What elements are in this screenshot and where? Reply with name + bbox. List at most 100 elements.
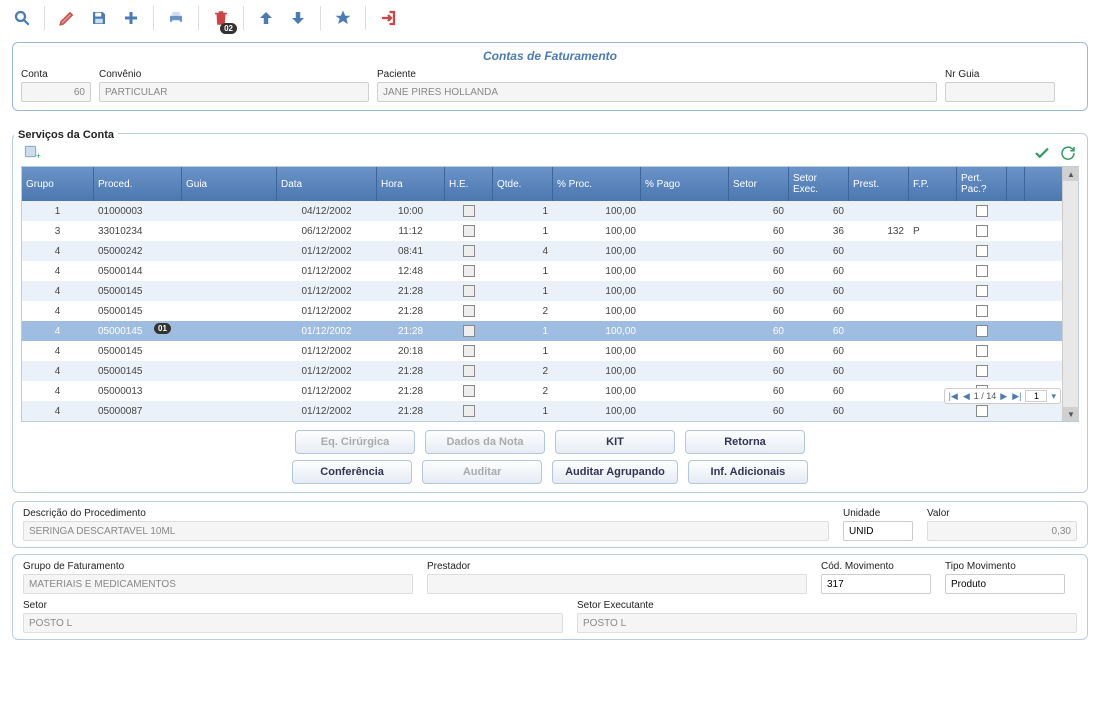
pager-prev-icon[interactable]: ◀ — [962, 391, 971, 402]
valor-input[interactable] — [927, 521, 1077, 541]
he-checkbox[interactable] — [463, 385, 475, 397]
pager-next-icon[interactable]: ▶ — [999, 391, 1008, 402]
delete-icon[interactable]: 02 — [207, 4, 235, 32]
column-header[interactable]: H.E. — [445, 167, 493, 201]
paciente-input[interactable] — [377, 82, 937, 102]
conferencia-button[interactable]: Conferência — [292, 460, 412, 484]
grid-refresh-icon[interactable] — [1057, 142, 1079, 164]
cell-setor: 60 — [729, 241, 789, 261]
column-header[interactable]: Hora — [377, 167, 445, 201]
table-row[interactable]: 40500014501/12/200221:281100,006060 — [22, 281, 1062, 301]
pert-pac-checkbox[interactable] — [976, 205, 988, 217]
cell-proced: 0500014501 — [94, 321, 182, 341]
auditar-button[interactable]: Auditar — [422, 460, 542, 484]
pert-pac-checkbox[interactable] — [976, 325, 988, 337]
print-icon[interactable] — [162, 4, 190, 32]
cell-pproc: 100,00 — [553, 341, 641, 361]
column-header[interactable]: % Pago — [641, 167, 729, 201]
column-header[interactable]: Prest. — [849, 167, 909, 201]
inf-adicionais-button[interactable]: Inf. Adicionais — [688, 460, 808, 484]
table-row[interactable]: 40500008701/12/200221:281100,006060 — [22, 401, 1062, 421]
star-icon[interactable] — [329, 4, 357, 32]
conta-input[interactable] — [21, 82, 91, 102]
grid-check-icon[interactable] — [1031, 142, 1053, 164]
table-row[interactable]: 40500001301/12/200221:282100,006060 — [22, 381, 1062, 401]
down-icon[interactable] — [284, 4, 312, 32]
pert-pac-checkbox[interactable] — [976, 365, 988, 377]
column-header[interactable]: Guia — [182, 167, 277, 201]
he-checkbox[interactable] — [463, 225, 475, 237]
pert-pac-checkbox[interactable] — [976, 405, 988, 417]
he-checkbox[interactable] — [463, 205, 475, 217]
setorex-input[interactable] — [577, 613, 1077, 633]
edit-icon[interactable] — [53, 4, 81, 32]
nrguia-input[interactable] — [945, 82, 1055, 102]
he-checkbox[interactable] — [463, 325, 475, 337]
cell-grupo: 4 — [22, 261, 94, 281]
kit-button[interactable]: KIT — [555, 430, 675, 454]
cell-qtde: 1 — [493, 341, 553, 361]
column-header[interactable]: Proced. — [94, 167, 182, 201]
column-header[interactable]: Setor — [729, 167, 789, 201]
table-row[interactable]: 40500014501/12/200221:282100,006060 — [22, 361, 1062, 381]
pager-first-icon[interactable]: |◀ — [948, 391, 959, 402]
codmov-input[interactable] — [821, 574, 931, 594]
grid-add-icon[interactable]: + — [21, 142, 43, 164]
he-checkbox[interactable] — [463, 285, 475, 297]
scroll-down-icon[interactable]: ▼ — [1063, 407, 1079, 421]
dados-nota-button[interactable]: Dados da Nota — [425, 430, 545, 454]
add-icon[interactable] — [117, 4, 145, 32]
convenio-input[interactable] — [99, 82, 369, 102]
he-checkbox[interactable] — [463, 245, 475, 257]
prestador-input[interactable] — [427, 574, 807, 594]
pert-pac-checkbox[interactable] — [976, 245, 988, 257]
search-icon[interactable] — [8, 4, 36, 32]
pert-pac-checkbox[interactable] — [976, 285, 988, 297]
setor-input[interactable] — [23, 613, 563, 633]
he-checkbox[interactable] — [463, 405, 475, 417]
cell-setorex: 60 — [789, 201, 849, 221]
table-row[interactable]: 33301023406/12/200211:121100,006036132P — [22, 221, 1062, 241]
column-header[interactable]: Grupo — [22, 167, 94, 201]
table-row[interactable]: 40500014501/12/200221:282100,006060 — [22, 301, 1062, 321]
he-checkbox[interactable] — [463, 305, 475, 317]
retorna-button[interactable]: Retorna — [685, 430, 805, 454]
pert-pac-checkbox[interactable] — [976, 265, 988, 277]
auditar-agrupando-button[interactable]: Auditar Agrupando — [552, 460, 678, 484]
desc-input[interactable] — [23, 521, 829, 541]
column-header[interactable]: Setor Exec. — [789, 167, 849, 201]
table-row[interactable]: 10100000304/12/200210:001100,006060 — [22, 201, 1062, 221]
column-header[interactable]: Data — [277, 167, 377, 201]
unidade-input[interactable] — [843, 521, 913, 541]
exit-icon[interactable] — [374, 4, 402, 32]
pert-pac-checkbox[interactable] — [976, 345, 988, 357]
cell-guia — [182, 301, 277, 321]
table-row[interactable]: 40500014501/12/200220:181100,006060 — [22, 341, 1062, 361]
pager-last-icon[interactable]: ▶| — [1011, 391, 1022, 402]
cell-guia — [182, 261, 277, 281]
pert-pac-checkbox[interactable] — [976, 225, 988, 237]
column-header[interactable]: Qtde. — [493, 167, 553, 201]
save-icon[interactable] — [85, 4, 113, 32]
eq-cirurgica-button[interactable]: Eq. Cirúrgica — [295, 430, 415, 454]
he-checkbox[interactable] — [463, 345, 475, 357]
cell-hora: 11:12 — [377, 221, 445, 241]
grupo-fat-input[interactable] — [23, 574, 413, 594]
he-checkbox[interactable] — [463, 365, 475, 377]
table-row[interactable]: 40500024201/12/200208:414100,006060 — [22, 241, 1062, 261]
he-checkbox[interactable] — [463, 265, 475, 277]
cell-hora: 21:28 — [377, 361, 445, 381]
vertical-scrollbar[interactable]: ▲ ▼ — [1062, 167, 1078, 421]
up-icon[interactable] — [252, 4, 280, 32]
scroll-up-icon[interactable]: ▲ — [1063, 167, 1079, 181]
cell-prest: 132 — [849, 221, 909, 241]
pert-pac-checkbox[interactable] — [976, 305, 988, 317]
tipomov-input[interactable] — [945, 574, 1065, 594]
column-header[interactable]: % Proc. — [553, 167, 641, 201]
column-header[interactable]: F.P. — [909, 167, 957, 201]
table-row[interactable]: 4050001450101/12/200221:281100,006060 — [22, 321, 1062, 341]
column-header[interactable]: Pert. Pac.? — [957, 167, 1007, 201]
pager-go-icon[interactable]: ▾ — [1050, 391, 1057, 402]
pager-input[interactable] — [1025, 390, 1047, 402]
table-row[interactable]: 40500014401/12/200212:481100,006060 — [22, 261, 1062, 281]
